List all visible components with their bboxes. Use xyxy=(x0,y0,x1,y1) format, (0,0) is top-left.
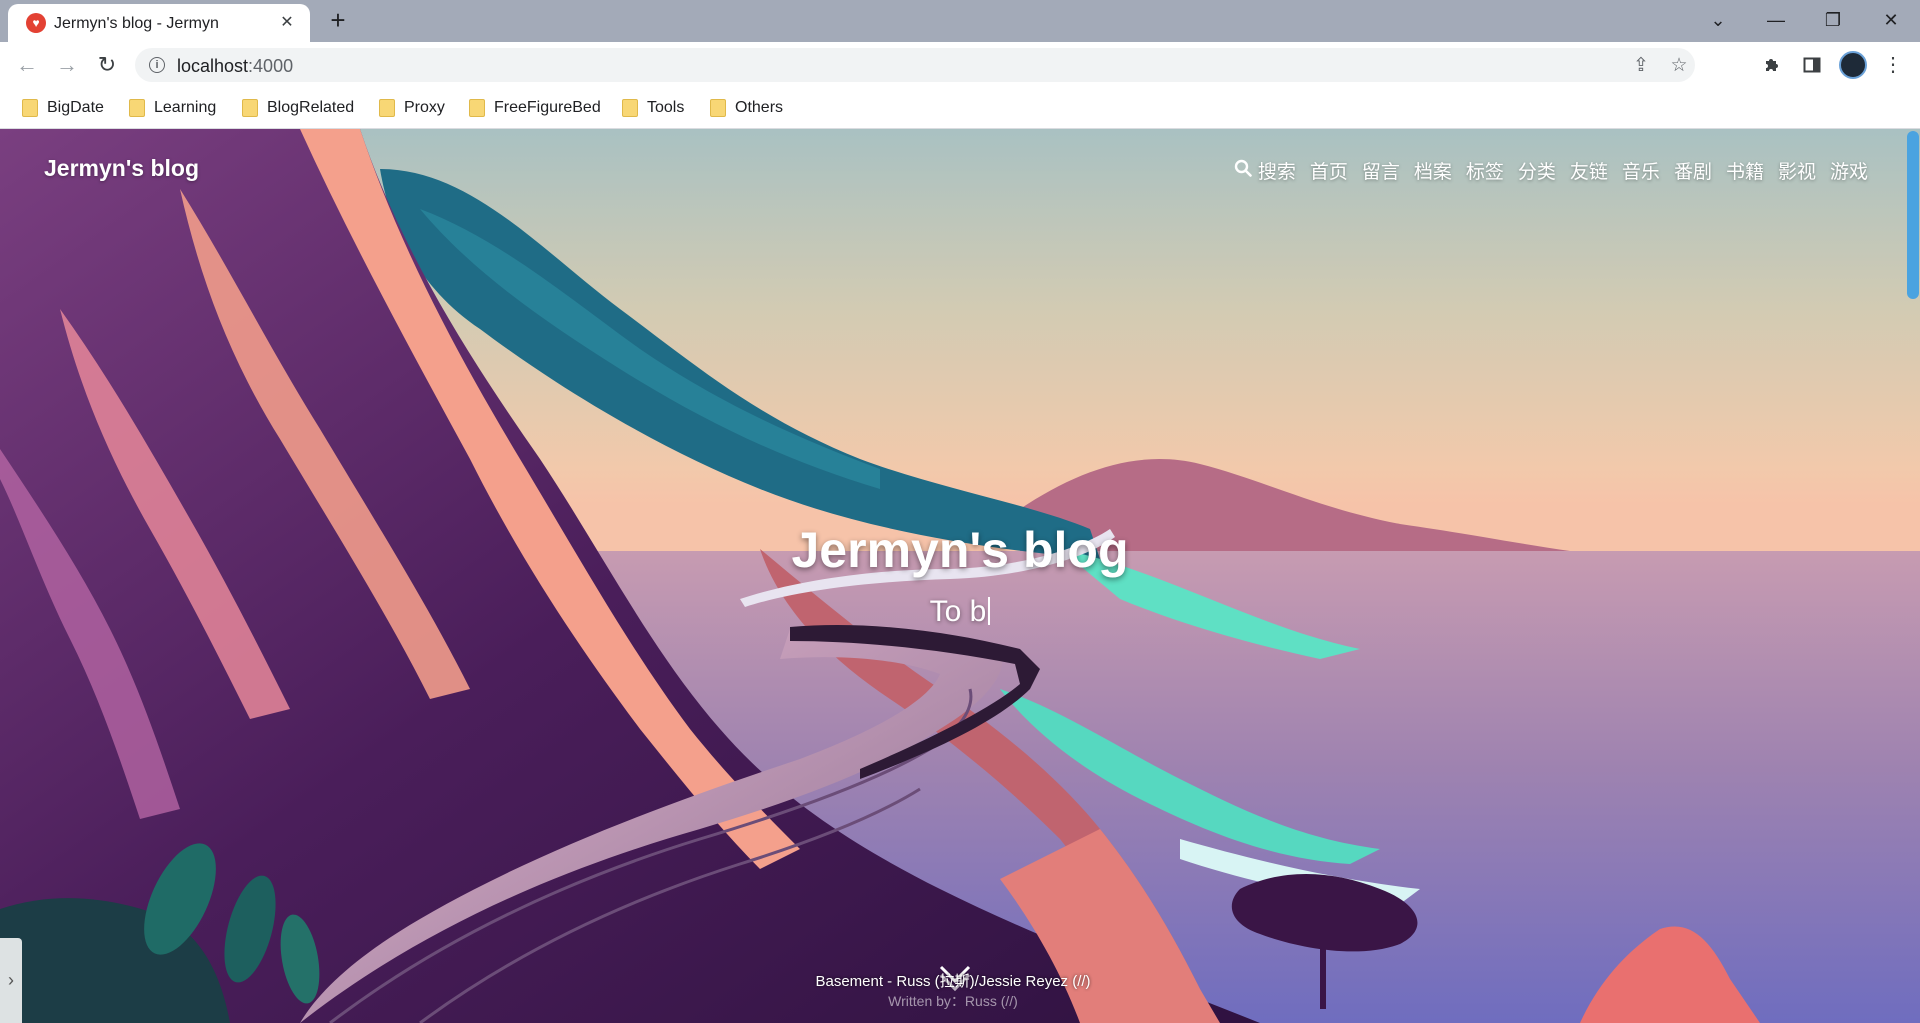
folder-icon xyxy=(710,99,726,117)
profile-avatar[interactable] xyxy=(1839,51,1867,79)
reload-button[interactable]: ↻ xyxy=(92,50,122,80)
player-lyric-line: Basement - Russ (拉斯)/Jessie Reyez (//) xyxy=(815,973,1091,990)
folder-icon xyxy=(242,99,258,117)
share-icon[interactable]: ⇪ xyxy=(1629,54,1653,78)
site-brand-logo[interactable]: Jermyn's blog xyxy=(44,155,199,182)
nav-anime[interactable]: 番剧 xyxy=(1674,157,1712,184)
forward-button[interactable]: → xyxy=(52,50,82,80)
bookmarks-bar: BigDate Learning BlogRelated Proxy FreeF… xyxy=(0,88,1920,129)
side-panel-icon[interactable] xyxy=(1797,50,1827,80)
nav-archives[interactable]: 档案 xyxy=(1414,157,1452,184)
url-host: localhost xyxy=(177,56,249,76)
folder-icon xyxy=(22,99,38,117)
bookmark-folder-freefigurebed[interactable]: FreeFigureBed xyxy=(469,97,601,119)
bookmark-label: Proxy xyxy=(404,99,445,116)
bookmark-folder-learning[interactable]: Learning xyxy=(129,97,216,119)
url-text[interactable]: localhost:4000 xyxy=(177,56,293,77)
nav-search[interactable]: 搜索 xyxy=(1258,157,1296,184)
bookmark-star-icon[interactable]: ☆ xyxy=(1667,54,1691,78)
heart-favicon-icon: ♥ xyxy=(26,13,46,33)
nav-home[interactable]: 首页 xyxy=(1310,157,1348,184)
site-info-icon[interactable]: i xyxy=(149,57,165,73)
bookmark-label: BlogRelated xyxy=(267,99,355,116)
active-tab[interactable]: ♥ Jermyn's blog - Jermyn ✕ xyxy=(8,4,310,42)
nav-links[interactable]: 友链 xyxy=(1570,157,1608,184)
folder-icon xyxy=(622,99,638,117)
bookmark-label: Others xyxy=(735,99,784,116)
tab-search-dropdown-icon[interactable]: ⌄ xyxy=(1695,5,1741,35)
nav-tags[interactable]: 标签 xyxy=(1466,157,1504,184)
restore-button[interactable]: ❐ xyxy=(1810,5,1856,35)
bookmark-label: Learning xyxy=(154,99,217,116)
folder-icon xyxy=(469,99,485,117)
menu-kebab-icon[interactable]: ⋮ xyxy=(1878,50,1908,80)
bookmark-label: FreeFigureBed xyxy=(494,99,601,116)
minimize-button[interactable]: — xyxy=(1753,5,1799,35)
bookmark-folder-bigdate[interactable]: BigDate xyxy=(22,97,104,119)
hero-title: Jermyn's blog xyxy=(791,522,1129,578)
extensions-puzzle-icon[interactable] xyxy=(1757,50,1787,80)
folder-icon xyxy=(129,99,145,117)
hero-subtitle-text: To b xyxy=(929,595,987,628)
nav-categories[interactable]: 分类 xyxy=(1518,157,1556,184)
address-bar[interactable]: i localhost:4000 ⇪ ☆ xyxy=(135,48,1695,82)
nav-games[interactable]: 游戏 xyxy=(1830,157,1868,184)
new-tab-button[interactable]: + xyxy=(323,6,353,36)
bookmark-label: Tools xyxy=(647,99,685,116)
search-icon[interactable] xyxy=(1234,159,1252,183)
bookmark-folder-others[interactable]: Others xyxy=(710,97,783,119)
back-button[interactable]: ← xyxy=(12,50,42,80)
page-viewport: Jermyn's blog 搜索 首页 留言 档案 标签 分类 友链 音乐 番剧… xyxy=(0,129,1920,1023)
nav-movies[interactable]: 影视 xyxy=(1778,157,1816,184)
bookmark-folder-blogrelated[interactable]: BlogRelated xyxy=(242,97,354,119)
close-window-button[interactable]: ✕ xyxy=(1868,5,1914,35)
typing-caret xyxy=(988,597,991,625)
scrollbar-thumb[interactable] xyxy=(1907,131,1919,299)
page-scrollbar[interactable] xyxy=(1906,129,1920,1023)
tab-title: Jermyn's blog - Jermyn xyxy=(54,15,219,32)
nav-guestbook[interactable]: 留言 xyxy=(1362,157,1400,184)
folder-icon xyxy=(379,99,395,117)
nav-music[interactable]: 音乐 xyxy=(1622,157,1660,184)
nav-books[interactable]: 书籍 xyxy=(1726,157,1764,184)
bookmark-label: BigDate xyxy=(47,99,104,116)
tab-close-icon[interactable]: ✕ xyxy=(276,12,298,34)
player-credit-line: Written by：Russ (//) xyxy=(888,993,1018,1009)
bookmark-folder-proxy[interactable]: Proxy xyxy=(379,97,445,119)
browser-toolbar: ← → ↻ i localhost:4000 ⇪ ☆ ⋮ xyxy=(0,42,1920,88)
url-port: :4000 xyxy=(248,56,294,76)
site-navigation: 搜索 首页 留言 档案 标签 分类 友链 音乐 番剧 书籍 影视 游戏 xyxy=(1234,157,1868,184)
bookmark-folder-tools[interactable]: Tools xyxy=(622,97,684,119)
hero-subtitle-typing: To b xyxy=(0,595,1920,629)
tab-strip: ♥ Jermyn's blog - Jermyn ✕ + ⌄ — ❐ ✕ xyxy=(0,0,1920,42)
